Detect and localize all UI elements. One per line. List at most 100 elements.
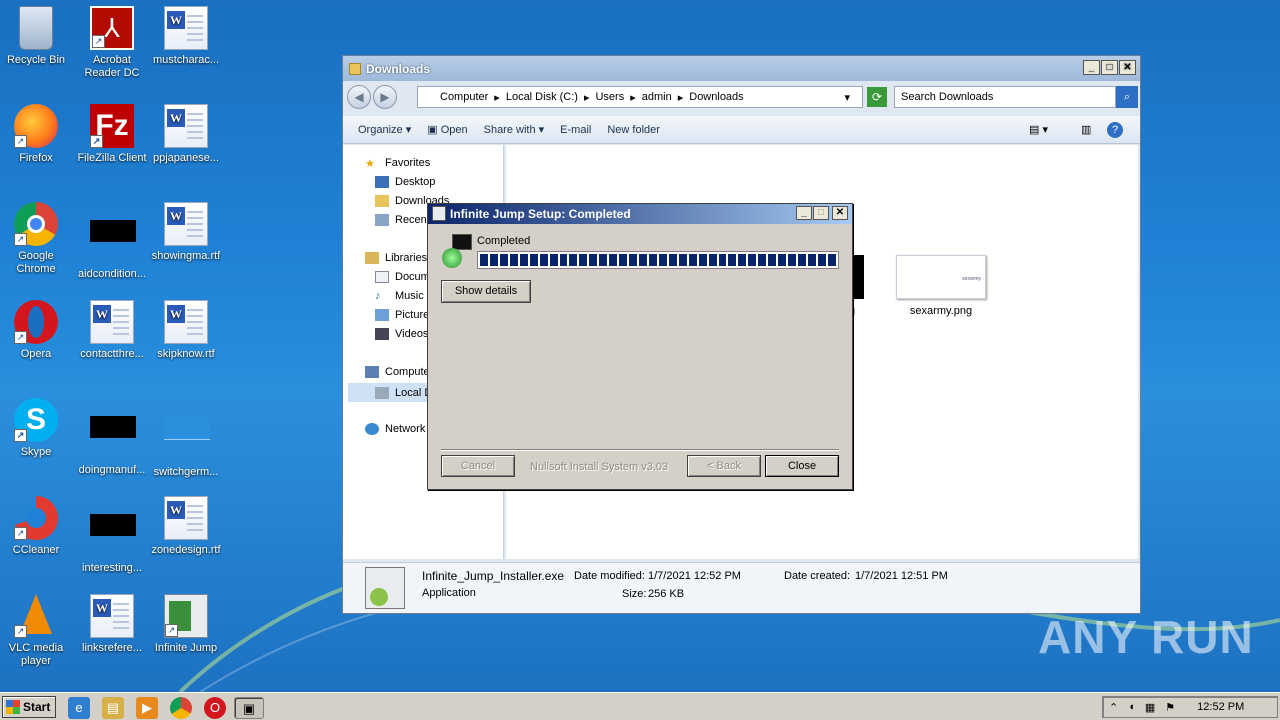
nav-pictures[interactable]: Picture [375,309,429,321]
desktop-icon-zonedesign[interactable]: W zonedesign.rtf [148,496,224,557]
show-hidden-icons-icon[interactable]: ⌃ [1109,701,1118,714]
nav-computer[interactable]: Compute [365,366,430,378]
email-button[interactable]: E-mail [560,124,591,136]
downloads-icon [375,195,389,207]
desktop-icon-label: interesting... [82,562,142,574]
action-center-flag-icon[interactable]: ⚑ [1165,701,1175,714]
desktop-icon-chrome[interactable]: ↗ Google Chrome [0,202,74,276]
nav-documents[interactable]: Docum [375,271,430,283]
acrobat-icon: ⅄ ↗ [90,6,134,50]
internet-explorer-icon[interactable]: e [68,697,90,719]
progress-segment [708,254,717,266]
close-dialog-button[interactable]: Close [765,455,839,477]
file-item-sexarmy[interactable]: sexarmy sexarmy.png [891,255,991,325]
share-with-menu[interactable]: Share with ▾ [484,123,545,136]
breadcrumb-separator: ▸ [494,91,500,104]
dialog-close-button[interactable]: ✕ [832,206,848,220]
nav-libraries[interactable]: Libraries [365,252,427,264]
view-options-icon[interactable]: ▤ ▾ [1029,123,1048,136]
chrome-taskbar-icon[interactable] [170,697,192,719]
command-bar: Organize ▾ ▣ Open Share with ▾ E-mail Ne… [343,116,1140,144]
breadcrumb-local-disk[interactable]: Local Disk (C:) [506,91,578,103]
refresh-icon[interactable]: ⟳ [867,87,887,107]
forward-button[interactable]: ▶ [373,85,397,109]
desktop-icon-ccleaner[interactable]: ↗ CCleaner [0,496,74,557]
chevron-down-icon[interactable]: ▾ [844,91,850,104]
desktop-icon-mustcharac[interactable]: W mustcharac... [148,6,224,67]
dialog-titlebar[interactable]: Infinite Jump Setup: Completed _ □ ✕ [428,204,852,224]
desktop-icon-linksrefere[interactable]: W linksrefere... [74,594,150,655]
desktop-icon-label: switchgerm... [153,466,219,478]
breadcrumb-admin[interactable]: admin [642,91,672,103]
nav-videos[interactable]: Videos [375,328,428,340]
installer-icon [432,206,446,221]
progress-segment [619,254,628,266]
media-player-icon[interactable]: ▶ [136,697,158,719]
desktop-icon-recycle-bin[interactable]: Recycle Bin [0,6,74,67]
progress-segment [648,254,657,266]
help-icon[interactable]: ? [1107,121,1123,138]
maximize-button[interactable]: □ [1101,60,1118,75]
desktop-icon-firefox[interactable]: ↗ Firefox [0,104,74,165]
file-explorer-icon[interactable]: ▤ [102,697,124,719]
desktop-icon-doingmanuf[interactable]: doingmanuf... [74,398,150,477]
desktop-icon-filezilla[interactable]: Fz ↗ FileZilla Client [74,104,150,165]
open-button[interactable]: ▣ Open [427,123,467,136]
breadcrumb-downloads[interactable]: Downloads [689,91,743,103]
volume-icon[interactable]: ◖ [1128,701,1135,713]
breadcrumb-computer[interactable]: Computer [440,91,488,103]
address-bar[interactable]: Computer ▸ Local Disk (C:) ▸ Users ▸ adm… [417,86,863,108]
back-button[interactable]: ◀ [347,85,371,109]
network-tray-icon[interactable]: ▦ [1145,701,1155,714]
search-input[interactable]: Search Downloads [894,86,1116,108]
opera-taskbar-icon[interactable]: O [204,697,226,719]
show-details-button[interactable]: Show details [441,280,531,303]
nav-desktop[interactable]: Desktop [375,176,435,188]
explorer-titlebar[interactable]: Downloads _ □ ✕ [343,56,1140,81]
desktop-icon-label: Skype [20,446,52,458]
desktop-icon-acrobat[interactable]: ⅄ ↗ Acrobat Reader DC [74,6,150,80]
setup-icon [442,234,472,268]
file-thumbnail-icon [164,418,210,462]
ccleaner-icon: ↗ [14,496,58,540]
minimize-button[interactable]: _ [1083,60,1100,75]
installer-taskbar-button[interactable]: ▣ [234,697,264,719]
desktop-icon-ppjapanese[interactable]: W ppjapanese... [148,104,224,165]
desktop-icon-aidcondition[interactable]: aidcondition... [74,202,150,281]
desktop-icon-switchgerm[interactable]: switchgerm... [148,398,224,479]
desktop-icon-label: linksrefere... [82,642,142,654]
image-thumbnail: sexarmy [896,255,986,299]
details-type: Application [422,587,476,599]
preview-pane-icon[interactable]: ▥ [1081,123,1091,136]
close-button[interactable]: ✕ [1119,60,1136,75]
desktop-icon-skipknow[interactable]: W skipknow.rtf [148,300,224,361]
desktop-icon-label: Recycle Bin [6,54,66,66]
organize-menu[interactable]: Organize ▾ [358,123,411,136]
desktop-icon-skype[interactable]: S ↗ Skype [0,398,74,459]
open-icon: ▣ [427,124,438,136]
desktop-icon-vlc[interactable]: ↗ VLC media player [0,594,74,668]
progress-segment [807,254,816,266]
desktop-icon-opera[interactable]: ↗ Opera [0,300,74,361]
nav-recent[interactable]: Recen [375,214,427,226]
progress-segment [480,254,488,266]
nav-network[interactable]: Network [365,423,425,435]
breadcrumb-users[interactable]: Users [595,91,624,103]
nav-music[interactable]: ♪ Music [375,290,424,302]
desktop-icon-interesting[interactable]: interesting... [74,496,150,575]
details-created-label: Date created: [784,570,851,582]
chrome-icon: ↗ [14,202,58,246]
clock[interactable]: 12:52 PM [1197,701,1244,713]
dialog-minimize-button[interactable]: _ [796,206,812,220]
search-icon[interactable]: ⌕ [1116,86,1138,108]
new-folder-button[interactable]: New folder [607,124,660,136]
progress-segment [688,254,697,266]
desktop-icon-showingma[interactable]: W showingma.rtf [148,202,224,263]
taskbar: Start e ▤ ▶ O ▣ ⌃ ◖ ▦ ⚑ 12:52 PM [0,692,1280,720]
desktop-icon-infinite-jump[interactable]: ↗ Infinite Jump [148,594,224,655]
nav-favorites[interactable]: ★ Favorites [365,157,430,170]
computer-icon [365,366,379,378]
desktop-icon-contactthre[interactable]: W contactthre... [74,300,150,361]
breadcrumb-separator: ▸ [583,91,590,104]
start-button[interactable]: Start [2,695,56,718]
